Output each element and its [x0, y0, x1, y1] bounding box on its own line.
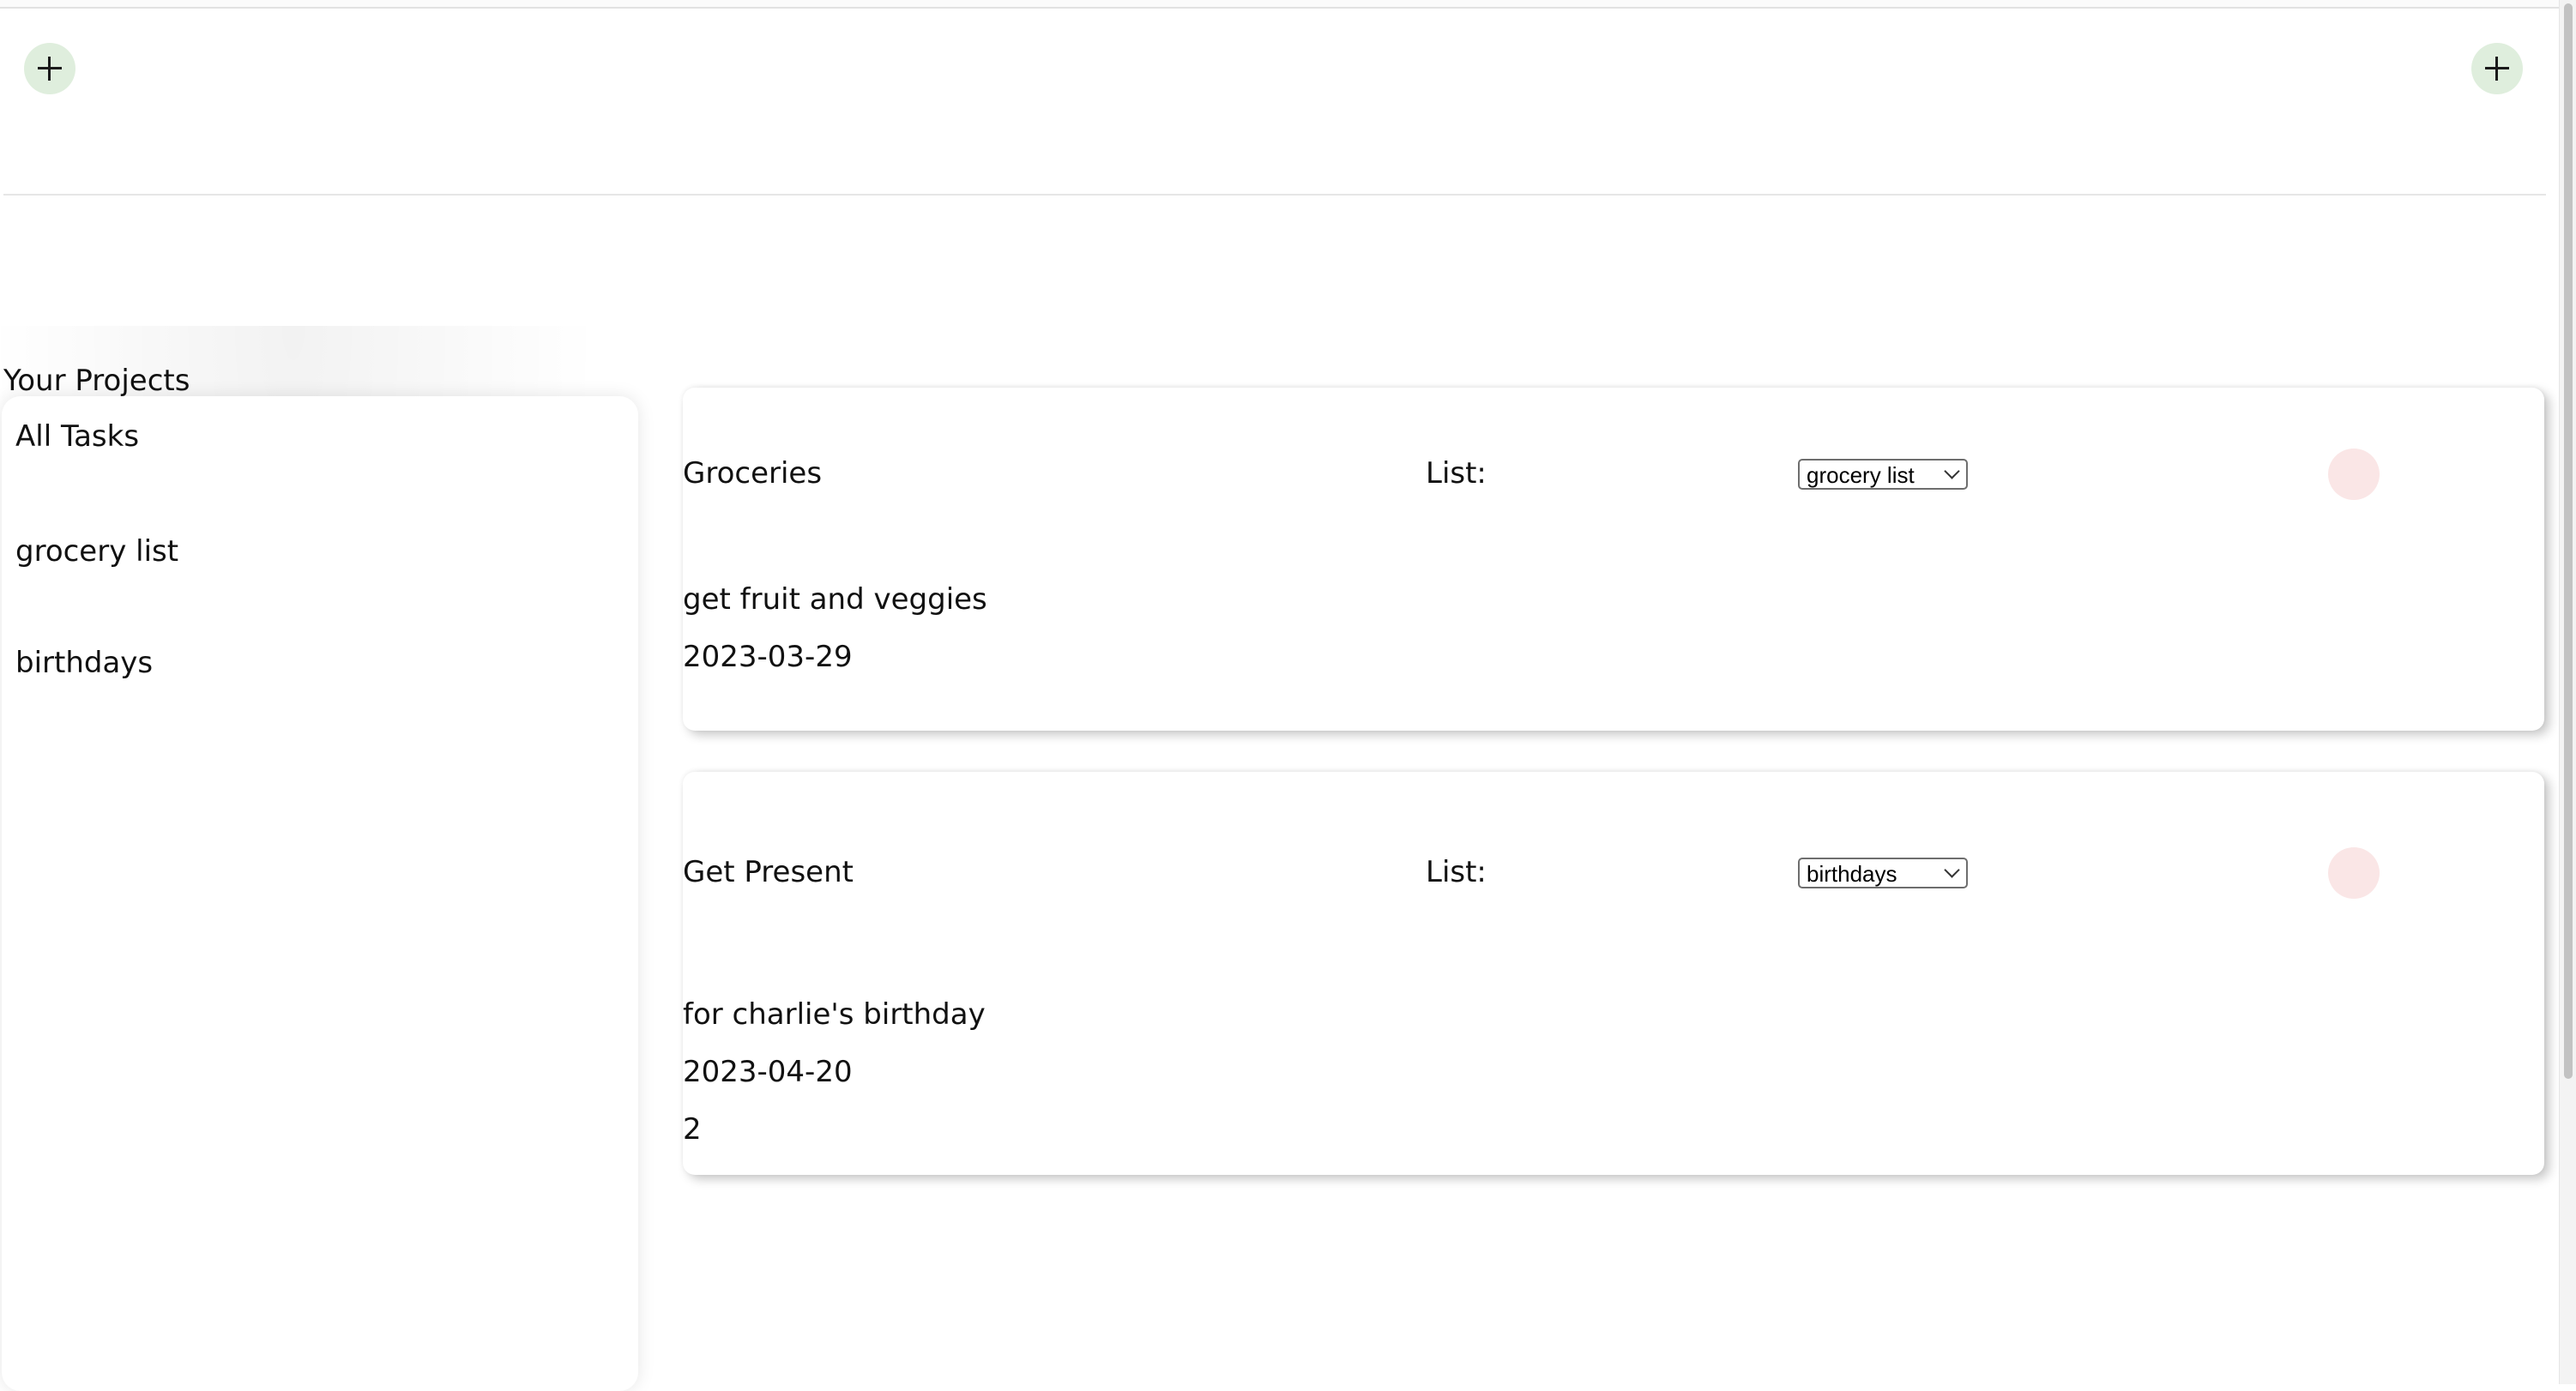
chevron-down-icon: [1944, 862, 1960, 878]
plus-icon-stroke: [2495, 57, 2498, 81]
task-priority: 2: [683, 1112, 702, 1147]
task-card: Get Present List: birthdays for charlie'…: [683, 772, 2544, 1175]
task-description: for charlie's birthday: [683, 997, 986, 1032]
task-title: Get Present: [683, 855, 854, 889]
vertical-scrollbar[interactable]: [2559, 0, 2576, 1384]
list-select-value: birthdays: [1807, 861, 1897, 887]
task-card: Groceries List: grocery list get fruit a…: [683, 388, 2544, 731]
scrollbar-thumb[interactable]: [2564, 3, 2573, 1079]
sidebar-item-grocery-list[interactable]: grocery list: [15, 532, 178, 571]
list-label: List:: [1426, 456, 1487, 491]
delete-task-button[interactable]: [2328, 449, 2380, 500]
task-title: Groceries: [683, 456, 823, 491]
list-label: List:: [1426, 855, 1487, 889]
list-select[interactable]: grocery list: [1798, 459, 1968, 490]
task-description: get fruit and veggies: [683, 582, 987, 617]
add-task-button[interactable]: [2471, 43, 2523, 94]
task-due-date: 2023-04-20: [683, 1055, 853, 1089]
header-divider: [3, 194, 2546, 196]
sidebar-item-birthdays[interactable]: birthdays: [15, 643, 153, 683]
sidebar-item-all-tasks[interactable]: All Tasks: [15, 417, 139, 456]
top-border: [0, 0, 2559, 9]
projects-heading: Your Projects: [3, 364, 190, 398]
list-select[interactable]: birthdays: [1798, 858, 1968, 888]
delete-task-button[interactable]: [2328, 847, 2380, 899]
add-project-button[interactable]: [24, 43, 75, 94]
list-select-value: grocery list: [1807, 462, 1915, 488]
plus-icon-stroke: [48, 57, 51, 81]
chevron-down-icon: [1944, 463, 1960, 479]
task-due-date: 2023-03-29: [683, 640, 853, 674]
